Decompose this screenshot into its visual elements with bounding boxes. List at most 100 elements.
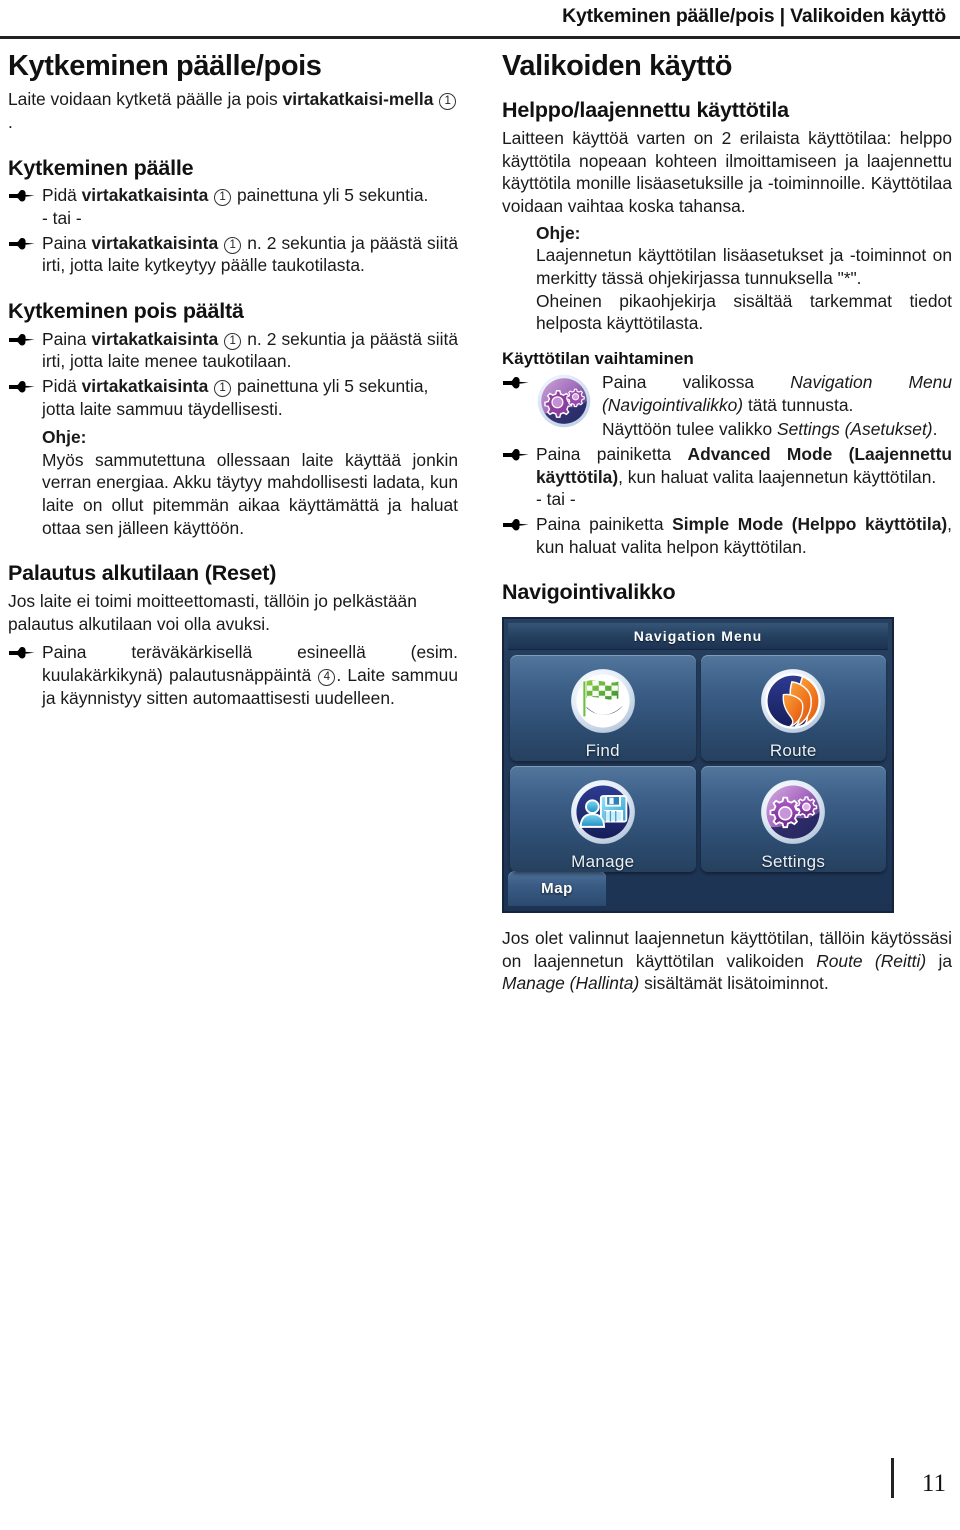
text-run-italic: Manage (Hallinta) [502, 973, 640, 994]
text-run-bold: virtakatkaisinta [81, 185, 209, 206]
nav-tile-label: Route [769, 740, 817, 760]
text-run: , kun haluat valita laajennetun käyttöti… [618, 466, 937, 487]
intro-text-end: . [8, 112, 13, 133]
text-run: Paina painiketta [536, 513, 673, 534]
left-intro-paragraph: Laite voidaan kytketä päälle ja pois vir… [8, 88, 458, 133]
list-item-subline: Näyttöön tulee valikko Settings (Asetuks… [602, 418, 952, 441]
alternative-separator: - tai - [42, 208, 82, 229]
nav-menu-heading: Navigointivalikko [502, 580, 676, 605]
note-label: Ohje: [536, 222, 581, 243]
person-floppy-globe-icon [569, 778, 637, 846]
nav-tile-grid: Find Route Manage Settings [508, 650, 888, 872]
text-run: painettuna yli 5 sekuntia. [232, 185, 429, 206]
callout-number-1: 1 [224, 236, 242, 254]
note-text-2: Oheinen pikaohjekirja sisältää tarkemmat… [536, 290, 952, 334]
list-item-text: Paina painiketta Simple Mode (Helppo käy… [536, 513, 952, 558]
list-item-text: Paina teräväkärkisellä esineellä (esim. … [42, 641, 458, 709]
navigation-menu-screenshot: Navigation Menu Find Route Manage Settin… [502, 616, 894, 913]
reset-intro: Jos laite ei toimi moitteettomasti, täll… [8, 591, 417, 634]
callout-number-1: 1 [214, 189, 232, 207]
reset-heading: Palautus alkutilaan (Reset) [8, 561, 277, 586]
intro-text-a: Laite voidaan kytketä päälle ja pois [8, 89, 283, 110]
list-item: Paina virtakatkaisinta 1 n. 2 sekuntia j… [8, 328, 458, 373]
list-item: Paina painiketta Advanced Mode (Laajenne… [502, 443, 952, 488]
switch-mode-heading: Käyttötilan vaihtaminen [502, 348, 694, 368]
list-item: Pidä virtakatkaisinta 1 painettuna yli 5… [8, 375, 458, 420]
text-run: ja [926, 950, 952, 971]
text-run: Paina valikossa [602, 372, 791, 393]
left-section-title: Kytkeminen päälle/pois [8, 50, 322, 82]
footer-divider-rule [891, 1458, 894, 1498]
intro-text-bold: virtakatkaisi-mella [282, 89, 434, 110]
pointing-hand-icon [8, 328, 42, 347]
callout-number-1: 1 [439, 93, 457, 111]
nav-tile-route[interactable]: Route [700, 654, 886, 761]
pointing-hand-icon [502, 513, 536, 532]
list-item-text: Pidä virtakatkaisinta 1 painettuna yli 5… [42, 184, 458, 207]
page-footer: 11 [0, 1454, 960, 1500]
right-column: Valikoiden käyttö Helppo/laajennettu käy… [502, 50, 952, 995]
list-item-text: Paina valikossa Navigation Menu (Navigoi… [602, 371, 952, 441]
text-run-italic: Settings (Asetukset) [776, 419, 933, 440]
purple-gears-globe-icon [759, 778, 827, 846]
checkered-flag-globe-icon [569, 667, 637, 735]
note-label: Ohje: [42, 427, 87, 448]
nav-bottom-bar: Map [508, 868, 888, 906]
note-text-1: Laajennetun käyttötilan lisäasetukset ja… [536, 245, 952, 288]
purple-gears-globe-icon [536, 371, 602, 429]
header-divider-rule [0, 36, 960, 39]
right-section-title: Valikoiden käyttö [502, 50, 733, 82]
alternative-separator: - tai - [536, 489, 576, 510]
text-run: tätä tunnusta. [743, 394, 854, 415]
list-item-text: Paina virtakatkaisinta 1 n. 2 sekuntia j… [42, 328, 458, 373]
pointing-hand-icon [8, 184, 42, 203]
power-off-heading: Kytkeminen pois päältä [8, 298, 244, 323]
pointing-hand-icon [502, 443, 536, 462]
list-item: Paina valikossa Navigation Menu (Navigoi… [502, 371, 952, 441]
nav-tile-find[interactable]: Find [510, 654, 696, 761]
list-item-text: Paina painiketta Advanced Mode (Laajenne… [536, 443, 952, 488]
nav-tile-label: Settings [761, 851, 826, 871]
text-run: Näyttöön tulee valikko [602, 419, 777, 440]
page-running-header: Kytkeminen päälle/pois | Valikoiden käyt… [0, 0, 960, 46]
text-run: . [932, 419, 938, 440]
nav-tile-manage[interactable]: Manage [510, 765, 696, 872]
nav-tile-settings[interactable]: Settings [700, 765, 886, 872]
text-run-bold: Simple Mode (Helppo käyttötila) [672, 513, 948, 534]
pointing-hand-icon [502, 371, 536, 390]
list-item: Paina painiketta Simple Mode (Helppo käy… [502, 513, 952, 558]
text-run: Pidä [42, 185, 82, 206]
closing-paragraph: Jos olet valinnut laajennetun käyttötila… [502, 927, 952, 995]
running-head-text: Kytkeminen päälle/pois | Valikoiden käyt… [562, 5, 946, 27]
nav-tile-label: Manage [571, 851, 635, 871]
list-item: Paina teräväkärkisellä esineellä (esim. … [8, 641, 458, 709]
pointing-hand-icon [8, 641, 42, 660]
text-run: Paina painiketta [536, 444, 688, 465]
note-label-wrap: Ohje: [536, 222, 952, 245]
left-column: Kytkeminen päälle/pois Laite voidaan kyt… [8, 50, 458, 709]
pointing-hand-icon [8, 375, 42, 394]
text-run: Paina [42, 232, 92, 253]
power-on-heading: Kytkeminen päälle [8, 155, 194, 180]
list-item: Pidä virtakatkaisinta 1 painettuna yli 5… [8, 184, 458, 207]
list-item: Paina virtakatkaisinta 1 n. 2 sekuntia j… [8, 232, 458, 277]
pointing-hand-icon [8, 232, 42, 251]
text-run: sisältämät lisätoiminnot. [639, 973, 829, 994]
modes-heading: Helppo/laajennettu käyttötila [502, 98, 789, 123]
text-run: Pidä [42, 375, 82, 396]
list-item-text: Pidä virtakatkaisinta 1 painettuna yli 5… [42, 375, 458, 420]
text-run-bold: virtakatkaisinta [91, 328, 219, 349]
text-run: Paina [42, 328, 92, 349]
text-run-bold: virtakatkaisinta [81, 375, 209, 396]
list-item-text: Paina virtakatkaisinta 1 n. 2 sekuntia j… [42, 232, 458, 277]
nav-tile-label: Find [585, 740, 620, 760]
orange-road-globe-icon [759, 667, 827, 735]
map-button[interactable]: Map [508, 870, 606, 906]
modes-paragraph: Laitteen käyttöä varten on 2 erilaista k… [502, 128, 952, 217]
callout-number-4: 4 [318, 668, 336, 686]
text-run-italic: Route (Reitti) [816, 950, 927, 971]
page-number: 11 [921, 1470, 946, 1497]
note-text: Myös sammutettuna ollessaan laite käyttä… [42, 449, 458, 538]
text-run-bold: virtakatkaisinta [91, 232, 219, 253]
callout-number-1: 1 [224, 332, 242, 350]
